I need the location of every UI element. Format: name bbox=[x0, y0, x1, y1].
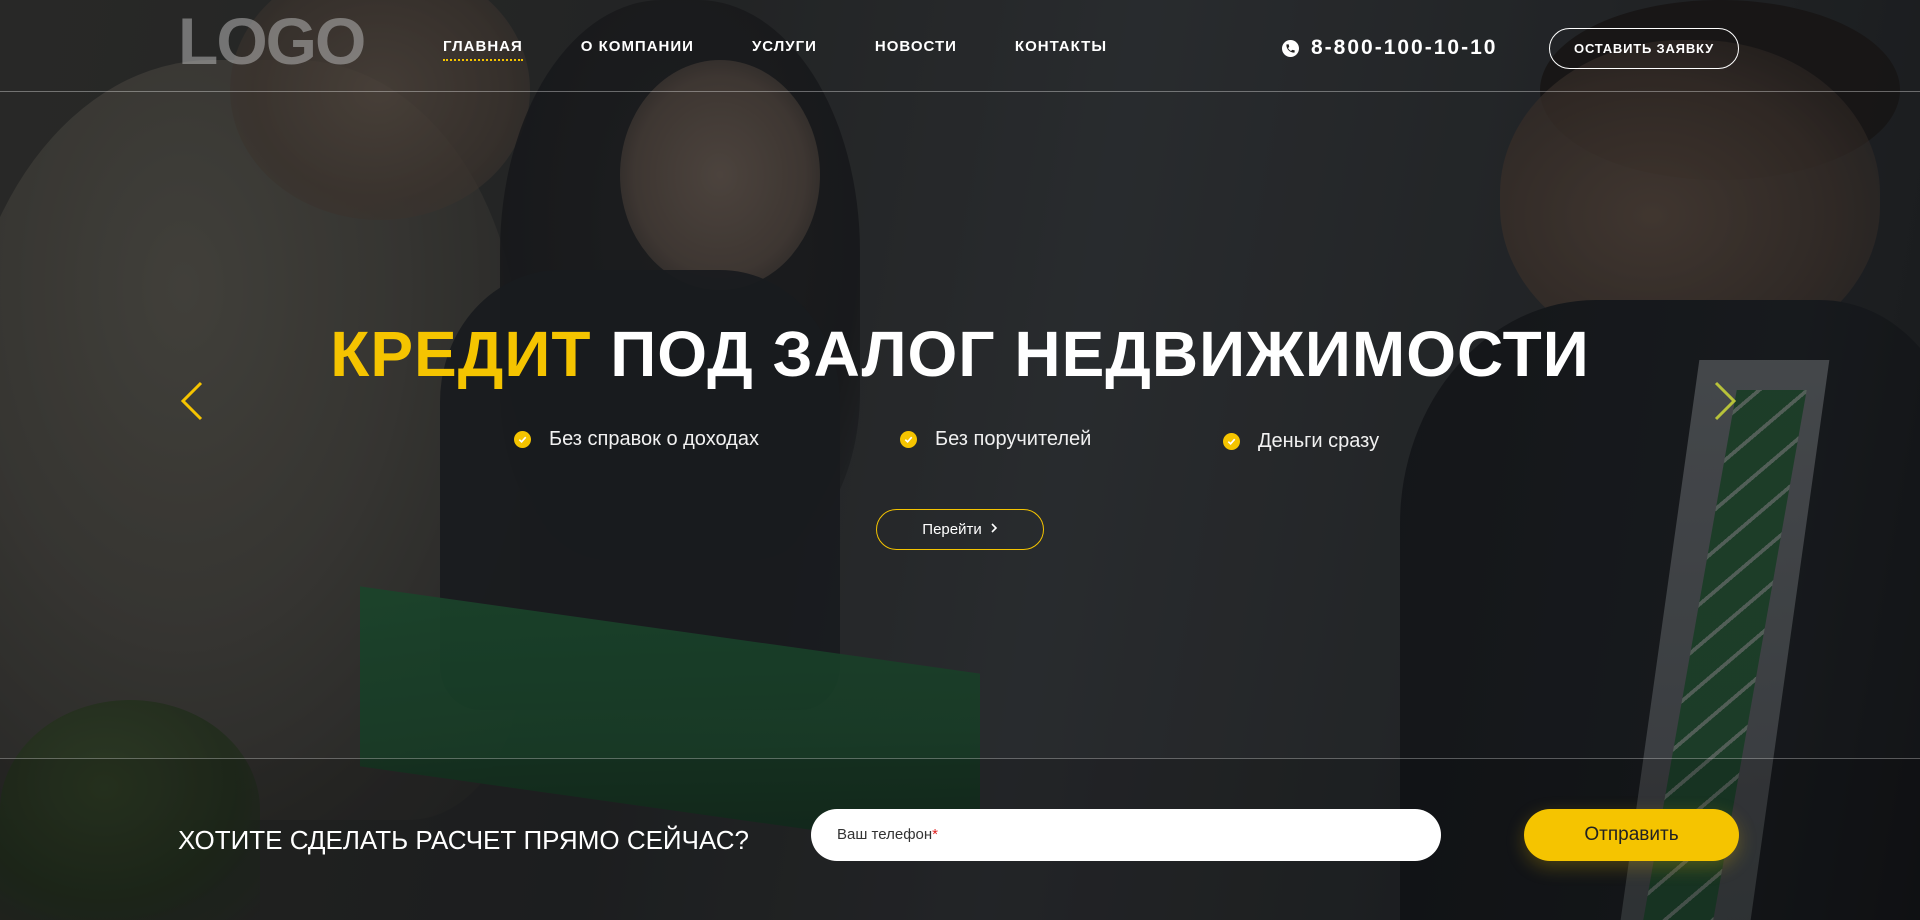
check-icon bbox=[900, 431, 917, 448]
go-button[interactable]: Перейти bbox=[876, 509, 1044, 550]
phone-input[interactable] bbox=[811, 809, 1441, 861]
nav-item-home[interactable]: ГЛАВНАЯ bbox=[443, 38, 523, 61]
phone-number: 8-800-100-10-10 bbox=[1311, 36, 1498, 59]
hero-section: LOGO ГЛАВНАЯ О КОМПАНИИ УСЛУГИ НОВОСТИ К… bbox=[0, 0, 1920, 920]
feature-item: Деньги сразу bbox=[1223, 430, 1379, 453]
header-phone[interactable]: 8-800-100-10-10 bbox=[1282, 36, 1497, 60]
hero-headline: КРЕДИТ ПОД ЗАЛОГ НЕДВИЖИМОСТИ bbox=[0, 318, 1920, 390]
logo[interactable]: LOGO bbox=[178, 8, 366, 74]
phone-icon bbox=[1282, 39, 1299, 57]
nav-item-news[interactable]: НОВОСТИ bbox=[875, 38, 957, 61]
go-button-label: Перейти bbox=[922, 521, 982, 538]
form-title: ХОТИТЕ СДЕЛАТЬ РАСЧЕТ ПРЯМО СЕЙЧАС? bbox=[178, 825, 749, 855]
nav-item-services[interactable]: УСЛУГИ bbox=[752, 38, 817, 61]
submit-button[interactable]: Отправить bbox=[1524, 809, 1739, 861]
headline-rest: ПОД ЗАЛОГ НЕДВИЖИМОСТИ bbox=[591, 318, 1590, 390]
nav-item-about[interactable]: О КОМПАНИИ bbox=[581, 38, 694, 61]
leave-request-button[interactable]: ОСТАВИТЬ ЗАЯВКУ bbox=[1549, 28, 1739, 69]
feature-text: Без поручителей bbox=[935, 428, 1092, 450]
chevron-right-icon bbox=[990, 521, 998, 538]
headline-accent: КРЕДИТ bbox=[330, 318, 592, 390]
feature-text: Деньги сразу bbox=[1258, 430, 1380, 452]
check-icon bbox=[514, 431, 531, 448]
feature-item: Без поручителей bbox=[900, 428, 1091, 451]
nav-item-contacts[interactable]: КОНТАКТЫ bbox=[1015, 38, 1107, 61]
check-icon bbox=[1223, 433, 1240, 450]
feature-item: Без справок о доходах bbox=[514, 428, 759, 451]
site-header: LOGO ГЛАВНАЯ О КОМПАНИИ УСЛУГИ НОВОСТИ К… bbox=[0, 0, 1920, 92]
feature-text: Без справок о доходах bbox=[549, 428, 759, 450]
main-nav: ГЛАВНАЯ О КОМПАНИИ УСЛУГИ НОВОСТИ КОНТАК… bbox=[443, 38, 1165, 61]
phone-field[interactable]: Ваш телефон* bbox=[811, 809, 1441, 861]
callback-form: ХОТИТЕ СДЕЛАТЬ РАСЧЕТ ПРЯМО СЕЙЧАС? Ваш … bbox=[0, 758, 1920, 920]
